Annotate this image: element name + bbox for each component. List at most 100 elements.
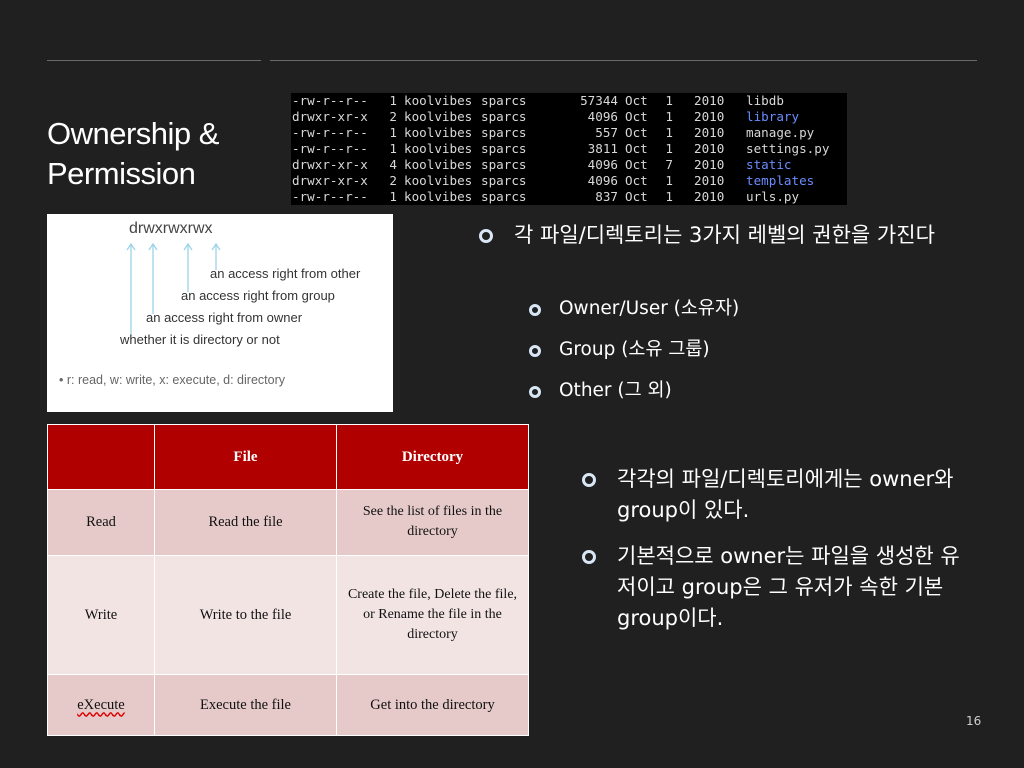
slide-title: Ownership & Permission	[47, 114, 277, 194]
terminal-year: 2010	[694, 109, 725, 124]
terminal-month: Oct	[625, 157, 648, 172]
label-other-access: an access right from other	[210, 266, 361, 281]
terminal-day: 1	[665, 93, 673, 108]
terminal-size: 557	[595, 125, 618, 140]
sub-bullet-owner: Owner/User (소유자)	[559, 298, 740, 319]
terminal-links: 1	[389, 141, 397, 156]
table-header-empty	[47, 424, 155, 490]
terminal-row: drwxr-xr-x 2 koolvibes sparcs 4096 Oct 1 2010 te…	[291, 173, 847, 189]
terminal-row: drwxr-xr-x 2 koolvibes sparcs 4096 Oct 1 2010 li…	[291, 109, 847, 125]
terminal-day: 1	[665, 125, 673, 140]
terminal-links: 2	[389, 173, 397, 188]
sub-bullet-other: Other (그 외)	[559, 380, 672, 401]
terminal-year: 2010	[694, 93, 725, 108]
terminal-size: 4096	[587, 109, 618, 124]
terminal-size: 837	[595, 189, 618, 204]
terminal-row: -rw-r--r-- 1 koolvibes sparcs 837 Oct 1 2010 url…	[291, 189, 847, 205]
terminal-year: 2010	[694, 141, 725, 156]
terminal-perm: -rw-r--r--	[292, 141, 368, 156]
terminal-name: templates	[746, 173, 815, 188]
terminal-owner: koolvibes	[404, 157, 473, 172]
cell-dir-write: Create the file, Delete the file, or Ren…	[336, 554, 529, 676]
terminal-perm: drwxr-xr-x	[292, 109, 368, 124]
terminal-name: settings.py	[746, 141, 830, 156]
bullet-ring-icon	[529, 304, 541, 316]
terminal-name: urls.py	[746, 189, 800, 204]
terminal-year: 2010	[694, 173, 725, 188]
terminal-links: 1	[389, 125, 397, 140]
terminal-year: 2010	[694, 125, 725, 140]
terminal-links: 4	[389, 157, 397, 172]
terminal-group: sparcs	[481, 189, 527, 204]
bullet-default-owner: 기본적으로 owner는 파일을 생성한 유저이고 group은 그 유저가 속…	[617, 544, 960, 630]
terminal-name: library	[746, 109, 800, 124]
cell-file-read: Read the file	[154, 489, 337, 556]
terminal-links: 2	[389, 109, 397, 124]
cell-dir-execute: Get into the directory	[336, 674, 529, 736]
terminal-row: -rw-r--r-- 1 koolvibes sparcs 557 Oct 1 2010 man…	[291, 125, 847, 141]
row-label-execute: eXecute	[47, 674, 155, 736]
terminal-links: 1	[389, 189, 397, 204]
terminal-group: sparcs	[481, 93, 527, 108]
row-label-write: Write	[47, 554, 155, 676]
permission-diagram: drwxrwxrwx an access right from other an…	[47, 214, 393, 412]
label-group-access: an access right from group	[181, 288, 335, 303]
cell-file-execute: Execute the file	[154, 674, 337, 736]
table-row: eXecute Execute the file Get into the di…	[47, 674, 529, 736]
terminal-row: -rw-r--r-- 1 koolvibes sparcs 3811 Oct 1 2010 se…	[291, 141, 847, 157]
terminal-group: sparcs	[481, 125, 527, 140]
header-rule-left	[47, 60, 261, 61]
terminal-owner: koolvibes	[404, 125, 473, 140]
terminal-row: drwxr-xr-x 4 koolvibes sparcs 4096 Oct 7 2010 st…	[291, 157, 847, 173]
bullet-ring-icon	[582, 473, 596, 487]
terminal-owner: koolvibes	[404, 109, 473, 124]
terminal-perm: -rw-r--r--	[292, 93, 368, 108]
terminal-group: sparcs	[481, 141, 527, 156]
bullet-ring-icon	[529, 386, 541, 398]
terminal-month: Oct	[625, 189, 648, 204]
terminal-day: 1	[665, 189, 673, 204]
terminal-group: sparcs	[481, 173, 527, 188]
header-rule-right	[270, 60, 977, 61]
label-directory-flag: whether it is directory or not	[120, 332, 280, 347]
terminal-month: Oct	[625, 125, 648, 140]
bullet-owner-group: 각각의 파일/디렉토리에게는 owner와 group이 있다.	[617, 467, 954, 522]
sub-bullet-group: Group (소유 그룹)	[559, 339, 710, 360]
terminal-group: sparcs	[481, 157, 527, 172]
terminal-listing-image: -rw-r--r-- 1 koolvibes sparcs 57344 Oct 1 2010 l…	[291, 93, 847, 205]
terminal-name: static	[746, 157, 792, 172]
table-header-directory: Directory	[336, 424, 529, 490]
terminal-name: manage.py	[746, 125, 815, 140]
terminal-links: 1	[389, 93, 397, 108]
terminal-size: 3811	[587, 141, 618, 156]
page-number: 16	[966, 714, 982, 728]
permission-table: File Directory Read Read the file See th…	[47, 424, 529, 736]
bullet-ring-icon	[479, 229, 493, 243]
terminal-group: sparcs	[481, 109, 527, 124]
terminal-size: 57344	[580, 93, 618, 108]
terminal-perm: drwxr-xr-x	[292, 173, 368, 188]
table-header-row: File Directory	[47, 424, 529, 490]
terminal-size: 4096	[587, 157, 618, 172]
terminal-year: 2010	[694, 157, 725, 172]
terminal-perm: -rw-r--r--	[292, 125, 368, 140]
terminal-owner: koolvibes	[404, 93, 473, 108]
terminal-day: 1	[665, 141, 673, 156]
table-header-file: File	[154, 424, 337, 490]
terminal-year: 2010	[694, 189, 725, 204]
terminal-day: 7	[665, 157, 673, 172]
terminal-owner: koolvibes	[404, 173, 473, 188]
terminal-day: 1	[665, 109, 673, 124]
diagram-legend: • r: read, w: write, x: execute, d: dire…	[59, 373, 285, 387]
slide-title-line-2: Permission	[47, 156, 196, 191]
bullet-ring-icon	[582, 550, 596, 564]
slide-title-line-1: Ownership &	[47, 116, 219, 151]
row-label-execute-text: eXecute	[77, 696, 125, 713]
label-owner-access: an access right from owner	[146, 310, 303, 325]
terminal-owner: koolvibes	[404, 141, 473, 156]
bullet-ring-icon	[529, 345, 541, 357]
cell-dir-read: See the list of files in the directory	[336, 489, 529, 556]
table-row: Read Read the file See the list of files…	[47, 489, 529, 556]
terminal-month: Oct	[625, 93, 648, 108]
row-label-read: Read	[47, 489, 155, 556]
